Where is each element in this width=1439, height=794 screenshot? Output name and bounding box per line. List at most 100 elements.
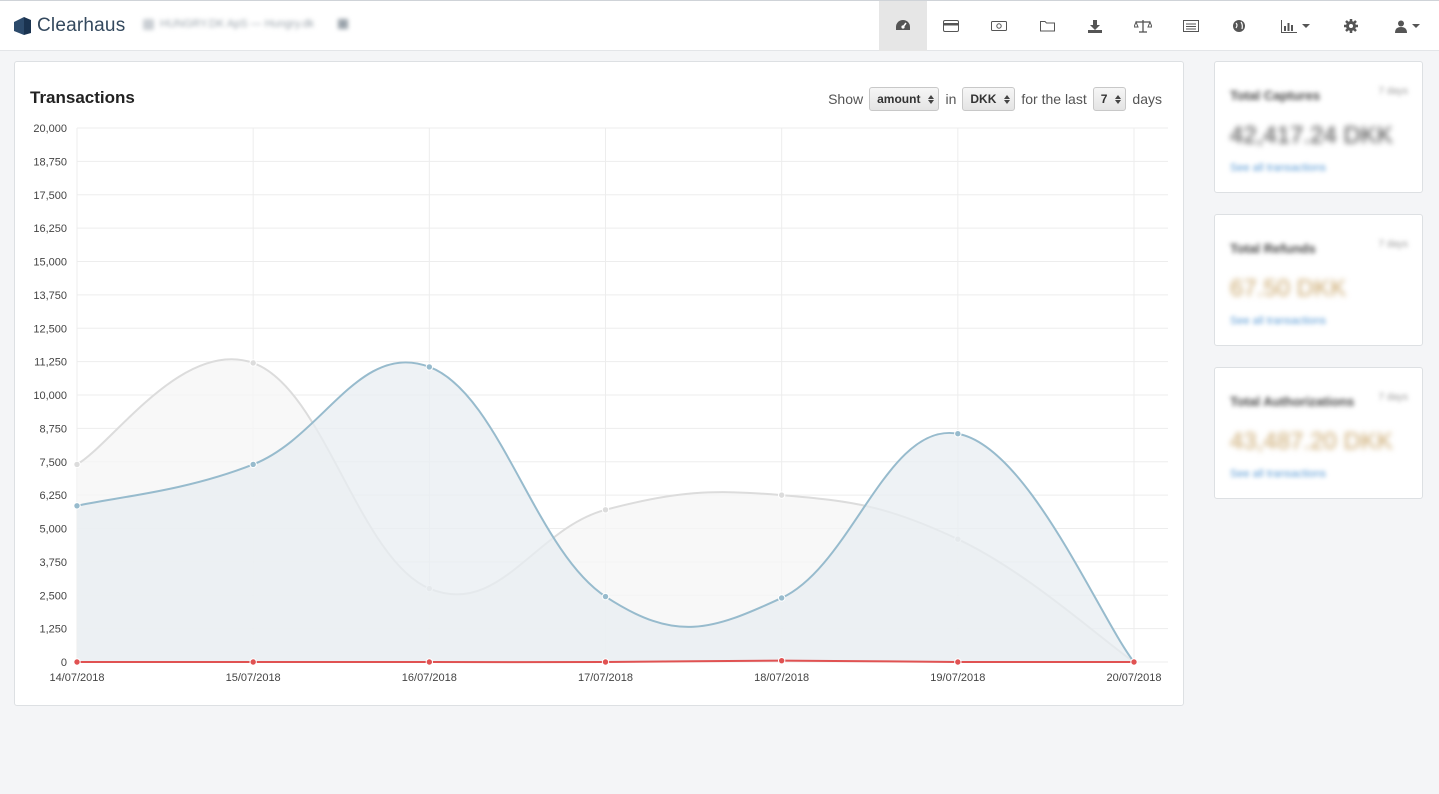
currency-select[interactable]: DKK bbox=[962, 87, 1016, 111]
y-tick-label: 8,750 bbox=[39, 423, 67, 435]
nav-downloads[interactable] bbox=[1071, 1, 1119, 51]
y-tick-label: 13,750 bbox=[33, 290, 67, 302]
nav-statements[interactable] bbox=[1167, 1, 1215, 51]
show-label: Show bbox=[828, 91, 864, 107]
y-tick-label: 18,750 bbox=[33, 156, 67, 168]
nav-settlements[interactable] bbox=[975, 1, 1023, 51]
data-point bbox=[249, 460, 257, 469]
y-tick-label: 12,500 bbox=[33, 323, 67, 335]
stat-days: 7 days bbox=[1378, 239, 1408, 250]
list-icon bbox=[1183, 20, 1199, 32]
nav-files[interactable] bbox=[1023, 1, 1071, 51]
x-tick-label: 19/07/2018 bbox=[930, 672, 985, 684]
stat-label: Total Authorizations bbox=[1230, 394, 1355, 409]
y-tick-label: 5,000 bbox=[39, 524, 67, 536]
merchant-label: HUNGRY.DK ApS — Hungry.dk bbox=[160, 18, 315, 30]
nav-dashboard[interactable] bbox=[879, 1, 927, 51]
data-point bbox=[1130, 658, 1138, 666]
stat-value: 67.50 DKK bbox=[1230, 275, 1347, 302]
chevron-down-icon bbox=[1411, 24, 1420, 28]
y-tick-label: 20,000 bbox=[33, 123, 67, 135]
y-tick-label: 1,250 bbox=[39, 624, 67, 636]
folder-icon bbox=[1039, 21, 1055, 32]
nav-web[interactable] bbox=[1215, 1, 1263, 51]
clearhaus-logo-icon bbox=[14, 17, 31, 35]
y-tick-label: 10,000 bbox=[33, 390, 67, 402]
data-point bbox=[601, 658, 610, 666]
stat-link[interactable]: See all transactions bbox=[1230, 162, 1326, 174]
select-arrows-icon bbox=[1004, 94, 1011, 104]
nav-settings[interactable] bbox=[1327, 1, 1375, 51]
globe-icon bbox=[1233, 20, 1245, 32]
x-tick-label: 15/07/2018 bbox=[226, 672, 281, 684]
x-tick-label: 16/07/2018 bbox=[402, 672, 457, 684]
data-point bbox=[954, 658, 962, 666]
transactions-chart: 0 1,250 2,500 3,750 5,000 6,250 7,500 8,750 10,0… bbox=[33, 123, 1168, 684]
merchant-close-icon[interactable] bbox=[338, 19, 349, 29]
stat-link[interactable]: See all transactions bbox=[1230, 315, 1326, 327]
data-point bbox=[425, 363, 434, 371]
in-label: in bbox=[945, 91, 957, 107]
metric-select-value: amount bbox=[877, 92, 921, 106]
stat-value: 43,487.20 DKK bbox=[1230, 428, 1393, 455]
merchant-selector[interactable]: HUNGRY.DK ApS — Hungry.dk bbox=[143, 18, 349, 30]
select-arrows-icon bbox=[1115, 94, 1122, 104]
y-tick-label: 6,250 bbox=[39, 490, 67, 502]
x-tick-label: 20/07/2018 bbox=[1106, 672, 1161, 684]
merchant-icon bbox=[143, 18, 154, 30]
y-tick-label: 2,500 bbox=[39, 590, 67, 602]
stat-value: 42,417.24 DKK bbox=[1230, 122, 1393, 149]
stat-link[interactable]: See all transactions bbox=[1230, 468, 1326, 480]
days-select-value: 7 bbox=[1100, 92, 1108, 106]
y-tick-label: 11,250 bbox=[34, 357, 67, 369]
y-tick-label: 16,250 bbox=[33, 223, 67, 235]
x-tick-label: 14/07/2018 bbox=[49, 672, 104, 684]
panel-title: Transactions bbox=[30, 88, 135, 107]
data-point bbox=[73, 460, 81, 469]
data-point bbox=[73, 658, 81, 666]
chart-controls: Show amount in DKK for the last 7 days bbox=[822, 87, 1168, 111]
stat-card-captures: Total Captures 7 days 42,417.24 DKK See … bbox=[1214, 61, 1423, 193]
bar-chart-icon bbox=[1280, 19, 1297, 33]
brand-name: Clearhaus bbox=[37, 15, 126, 36]
nav-payments[interactable] bbox=[927, 1, 975, 51]
chevron-down-icon bbox=[1301, 24, 1310, 28]
days-label: days bbox=[1132, 91, 1162, 107]
transactions-panel: 0 1,250 2,500 3,750 5,000 6,250 7,500 8,750 10,0… bbox=[14, 61, 1184, 706]
user-icon bbox=[1394, 20, 1407, 33]
y-tick-label: 7,500 bbox=[39, 457, 67, 469]
x-tick-label: 17/07/2018 bbox=[578, 672, 633, 684]
select-arrows-icon bbox=[928, 94, 935, 104]
y-tick-label: 17,500 bbox=[33, 190, 67, 202]
data-point bbox=[777, 491, 786, 499]
data-point bbox=[954, 430, 962, 438]
credit-card-icon bbox=[943, 20, 959, 32]
stat-card-refunds: Total Refunds 7 days 67.50 DKK See all t… bbox=[1214, 214, 1423, 346]
dashboard-icon bbox=[896, 20, 910, 30]
main-nav bbox=[879, 1, 1439, 51]
nav-user[interactable] bbox=[1375, 1, 1439, 51]
stat-days: 7 days bbox=[1378, 392, 1408, 403]
money-icon bbox=[991, 21, 1007, 31]
data-point bbox=[425, 658, 434, 666]
y-tick-label: 0 bbox=[61, 657, 67, 669]
stat-card-authorizations: Total Authorizations 7 days 43,487.20 DK… bbox=[1214, 367, 1423, 499]
metric-select[interactable]: amount bbox=[869, 87, 940, 111]
nav-disputes[interactable] bbox=[1119, 1, 1167, 51]
top-navbar: Clearhaus HUNGRY.DK ApS — Hungry.dk bbox=[0, 0, 1439, 51]
nav-reports[interactable] bbox=[1263, 1, 1327, 51]
stat-days: 7 days bbox=[1378, 86, 1408, 97]
data-point bbox=[249, 359, 257, 367]
stat-label: Total Captures bbox=[1230, 88, 1321, 103]
x-tick-label: 18/07/2018 bbox=[754, 672, 809, 684]
gear-icon bbox=[1344, 19, 1358, 33]
days-select[interactable]: 7 bbox=[1092, 87, 1127, 111]
y-tick-label: 15,000 bbox=[33, 257, 67, 269]
data-point bbox=[249, 658, 257, 666]
brand-logo[interactable]: Clearhaus bbox=[14, 15, 125, 37]
data-point bbox=[73, 502, 81, 510]
stat-label: Total Refunds bbox=[1230, 241, 1316, 256]
for-the-last-label: for the last bbox=[1021, 91, 1087, 107]
download-icon bbox=[1088, 19, 1102, 33]
data-point bbox=[777, 594, 786, 602]
